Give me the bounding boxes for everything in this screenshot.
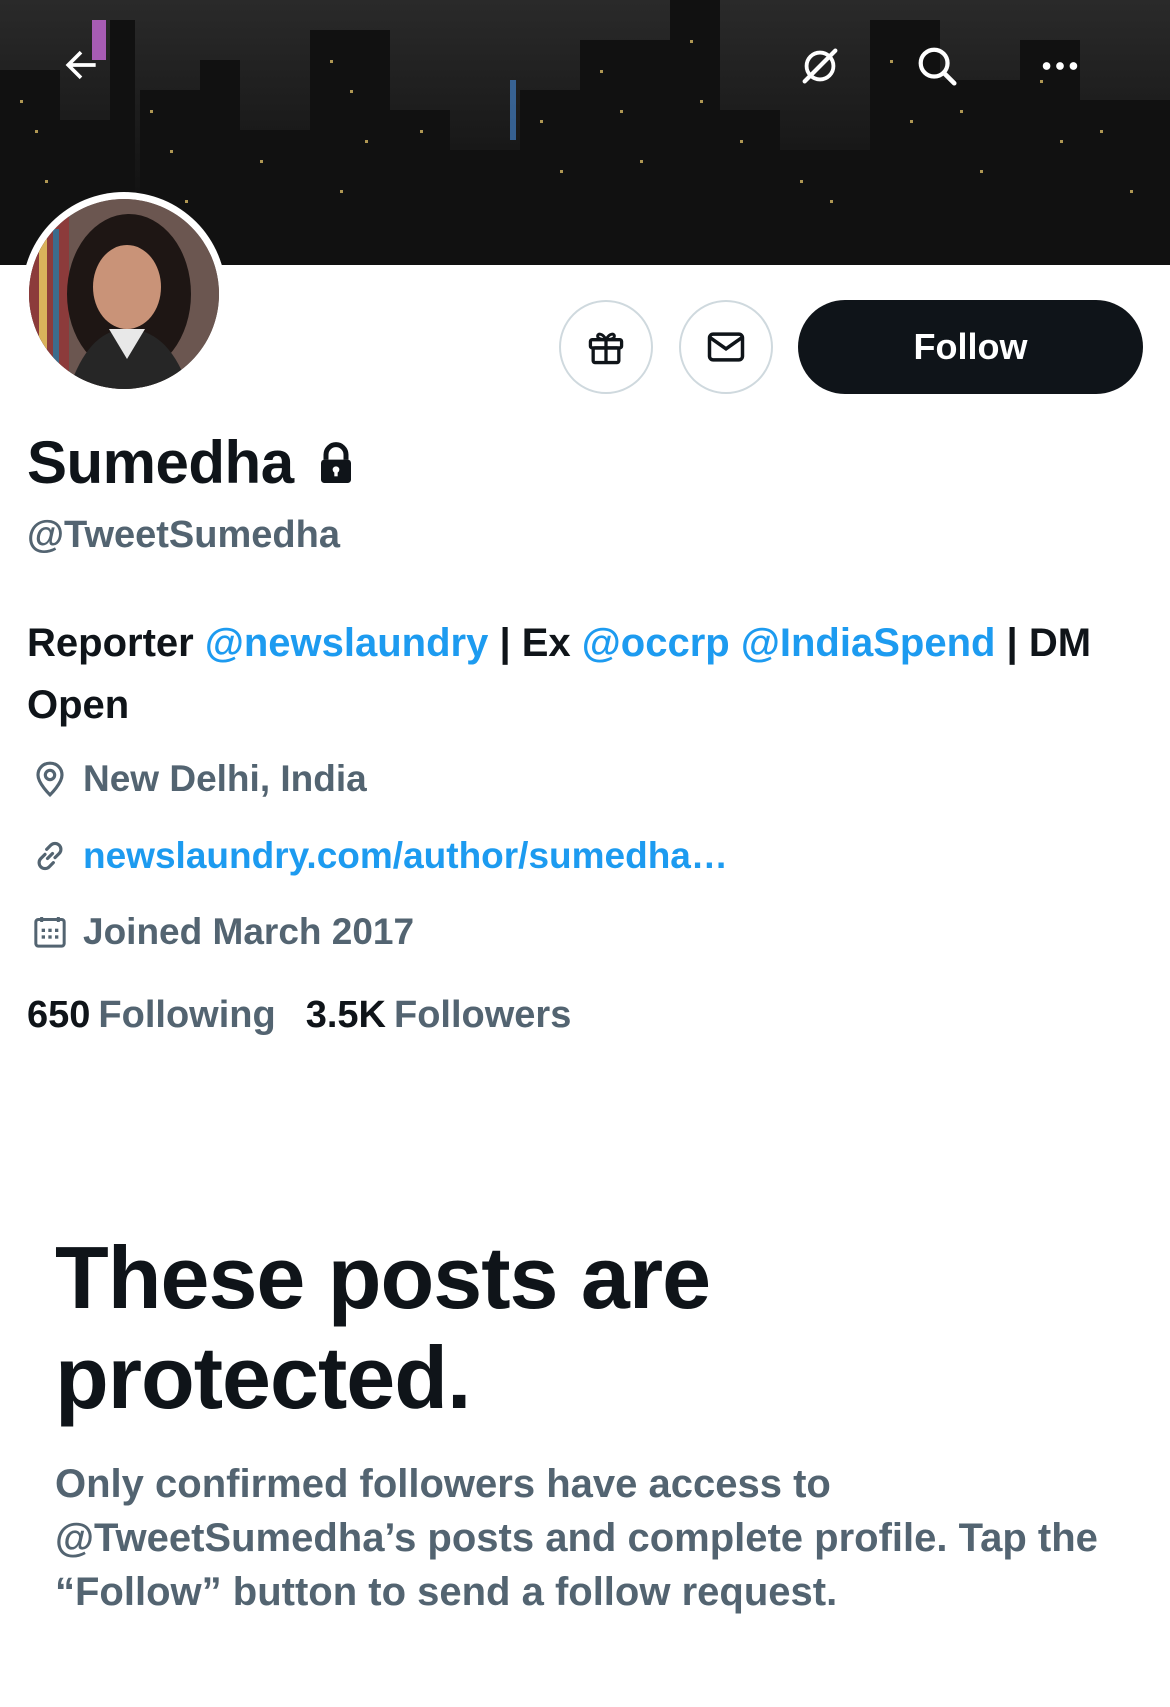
grok-button[interactable] <box>797 43 873 119</box>
lock-icon <box>316 441 356 485</box>
arrow-left-icon <box>65 50 96 80</box>
avatar-image <box>29 199 219 389</box>
following-stat[interactable]: 650 Following <box>27 994 276 1037</box>
following-count: 650 <box>27 994 91 1036</box>
gift-icon <box>588 332 624 365</box>
bio: Reporter @newslaundry | Ex @occrp @India… <box>27 612 1147 736</box>
follow-button[interactable]: Follow <box>798 300 1143 394</box>
location-row: New Delhi, India <box>27 756 367 802</box>
back-button[interactable] <box>59 43 135 119</box>
avatar <box>29 199 219 389</box>
gift-button[interactable] <box>559 300 653 394</box>
followers-label: Followers <box>393 994 572 1036</box>
calendar-icon <box>27 909 73 955</box>
location-text: New Delhi, India <box>83 758 367 799</box>
joined-row: Joined March 2017 <box>27 909 414 955</box>
bio-text: Reporter <box>27 621 205 665</box>
search-icon <box>918 47 957 86</box>
followers-count: 3.5K <box>305 994 386 1036</box>
mention-link[interactable]: @occrp <box>582 621 730 665</box>
protected-title: These posts are protected. <box>55 1228 711 1427</box>
display-name: Sumedha <box>27 429 294 496</box>
follow-stats: 650 Following 3.5K Followers <box>27 994 601 1037</box>
mention-link[interactable]: @IndiaSpend <box>741 621 996 665</box>
bio-text: | Ex <box>488 621 582 665</box>
joined-text: Joined March 2017 <box>83 911 415 952</box>
mention-link[interactable]: @newslaundry <box>205 621 489 665</box>
grok-icon <box>802 48 838 84</box>
user-handle: @TweetSumedha <box>27 514 340 556</box>
search-button[interactable] <box>914 43 990 119</box>
following-label: Following <box>98 994 276 1036</box>
more-options-button[interactable] <box>1037 43 1113 119</box>
more-horizontal-icon <box>1042 62 1078 70</box>
followers-stat[interactable]: 3.5K Followers <box>306 994 572 1037</box>
envelope-icon <box>707 332 745 362</box>
location-pin-icon <box>27 756 73 802</box>
website-row[interactable]: newslaundry.com/author/sumedha… <box>27 833 728 879</box>
name-row: Sumedha <box>27 428 356 497</box>
website-link[interactable]: newslaundry.com/author/sumedha… <box>83 835 728 877</box>
bio-text <box>730 621 741 665</box>
protected-body: Only confirmed followers have access to … <box>55 1462 1098 1614</box>
link-icon <box>27 833 73 879</box>
avatar-container[interactable] <box>22 192 226 396</box>
message-button[interactable] <box>679 300 773 394</box>
